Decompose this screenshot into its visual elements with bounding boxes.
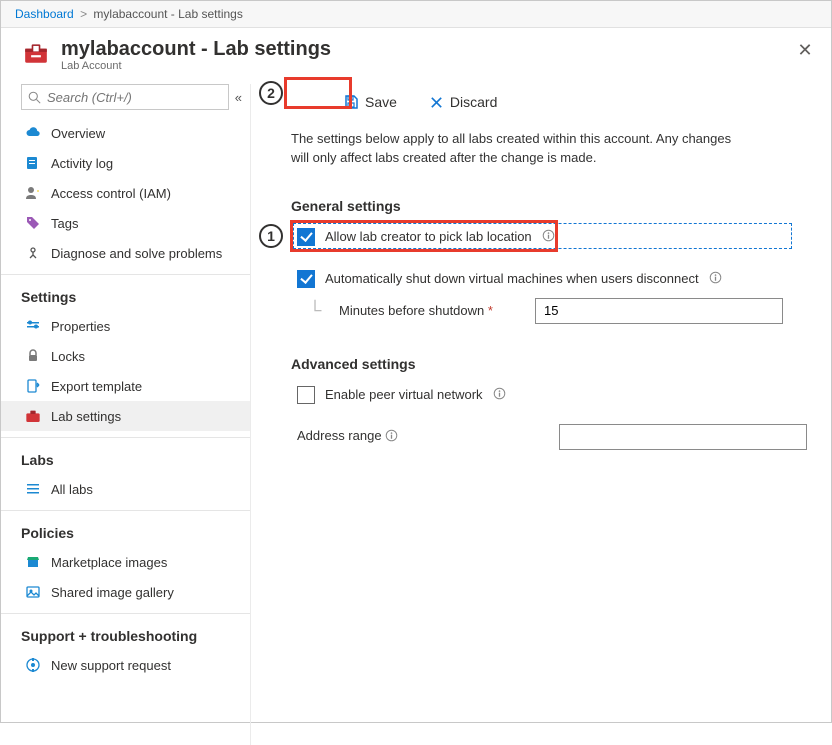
tag-icon — [25, 215, 41, 231]
auto-shutdown-label: Automatically shut down virtual machines… — [325, 271, 699, 286]
advanced-settings-heading: Advanced settings — [251, 330, 831, 380]
info-icon[interactable] — [493, 387, 506, 403]
breadcrumb-current: mylabaccount - Lab settings — [93, 7, 242, 21]
page-subtitle: Lab Account — [61, 60, 331, 72]
nav-export-label: Export template — [51, 379, 142, 394]
export-icon — [25, 378, 41, 394]
nav-section-policies: Policies — [1, 511, 250, 547]
breadcrumb-root[interactable]: Dashboard — [15, 7, 74, 21]
nav-marketplace-images[interactable]: Marketplace images — [1, 547, 250, 577]
nav-locks[interactable]: Locks — [1, 341, 250, 371]
nav-diagnose[interactable]: Diagnose and solve problems — [1, 238, 250, 268]
address-range-label: Address range — [297, 428, 547, 445]
save-icon — [343, 94, 359, 110]
intro-text: The settings below apply to all labs cre… — [251, 122, 791, 172]
nav-shared-gallery[interactable]: Shared image gallery — [1, 577, 250, 607]
page-title: mylabaccount - Lab settings — [61, 38, 331, 61]
nav-new-support-request[interactable]: New support request — [1, 650, 250, 680]
minutes-row: └ Minutes before shutdown * — [251, 294, 831, 330]
collapse-sidebar-icon[interactable]: « — [235, 90, 242, 105]
discard-icon — [429, 95, 444, 110]
minutes-label: Minutes before shutdown * — [339, 303, 523, 318]
nav-activity-label: Activity log — [51, 156, 113, 171]
gallery-icon — [25, 584, 41, 600]
properties-icon — [25, 318, 41, 334]
enable-peer-label: Enable peer virtual network — [325, 387, 483, 402]
save-label: Save — [365, 94, 397, 110]
nav-section-labs: Labs — [1, 438, 250, 474]
address-range-input[interactable] — [559, 424, 807, 450]
main-content: Save Discard The settings below apply to… — [251, 84, 831, 745]
info-icon[interactable] — [385, 430, 398, 445]
page-header: mylabaccount - Lab settings Lab Account … — [1, 28, 831, 84]
auto-shutdown-checkbox[interactable] — [297, 270, 315, 288]
nav-section-settings: Settings — [1, 275, 250, 311]
save-button[interactable]: Save — [335, 90, 405, 114]
nav-tags-label: Tags — [51, 216, 78, 231]
nav-all-labs[interactable]: All labs — [1, 474, 250, 504]
nav-activity-log[interactable]: Activity log — [1, 148, 250, 178]
nav-marketplace-label: Marketplace images — [51, 555, 167, 570]
labaccount-icon — [25, 408, 41, 424]
cloud-icon — [25, 125, 41, 141]
chevron-right-icon: > — [80, 7, 87, 21]
toolbar: Save Discard — [251, 84, 831, 122]
discard-button[interactable]: Discard — [421, 90, 505, 114]
lock-icon — [25, 348, 41, 364]
enable-peer-checkbox[interactable] — [297, 386, 315, 404]
nav-overview[interactable]: Overview — [1, 118, 250, 148]
nav-locks-label: Locks — [51, 349, 85, 364]
close-icon[interactable]: ✕ — [795, 40, 815, 61]
auto-shutdown-row: Automatically shut down virtual machines… — [251, 264, 831, 294]
search-input[interactable] — [21, 84, 229, 110]
search-icon — [28, 91, 41, 104]
sidebar: « Overview Activity log Access control (… — [1, 84, 251, 745]
allow-location-label: Allow lab creator to pick lab location — [325, 229, 532, 244]
nav-properties-label: Properties — [51, 319, 110, 334]
info-icon[interactable] — [709, 271, 722, 287]
discard-label: Discard — [450, 94, 497, 110]
info-icon[interactable] — [542, 229, 555, 245]
activitylog-icon — [25, 155, 41, 171]
allow-location-row: Allow lab creator to pick lab location — [251, 222, 831, 252]
allow-location-checkbox[interactable] — [297, 228, 315, 246]
list-icon — [25, 481, 41, 497]
nav-iam-label: Access control (IAM) — [51, 186, 171, 201]
nav-section-support: Support + troubleshooting — [1, 614, 250, 650]
nav-diagnose-label: Diagnose and solve problems — [51, 246, 222, 261]
nav-properties[interactable]: Properties — [1, 311, 250, 341]
minutes-input[interactable] — [535, 298, 783, 324]
support-icon — [25, 657, 41, 673]
nav-lab-settings[interactable]: Lab settings — [1, 401, 250, 431]
nav-gallery-label: Shared image gallery — [51, 585, 174, 600]
nav-export-template[interactable]: Export template — [1, 371, 250, 401]
search-field[interactable] — [47, 90, 222, 105]
people-icon — [25, 185, 41, 201]
general-settings-heading: General settings — [251, 172, 831, 222]
breadcrumb: Dashboard > mylabaccount - Lab settings — [1, 1, 831, 28]
marketplace-icon — [25, 554, 41, 570]
enable-peer-row: Enable peer virtual network — [251, 380, 831, 410]
labaccount-icon — [23, 42, 49, 64]
nav-overview-label: Overview — [51, 126, 105, 141]
nav-alllabs-label: All labs — [51, 482, 93, 497]
nav-labsettings-label: Lab settings — [51, 409, 121, 424]
connector-icon: └ — [303, 300, 327, 321]
nav-access-control[interactable]: Access control (IAM) — [1, 178, 250, 208]
nav-tags[interactable]: Tags — [1, 208, 250, 238]
diagnose-icon — [25, 245, 41, 261]
nav-support-label: New support request — [51, 658, 171, 673]
address-range-row: Address range — [251, 420, 831, 456]
